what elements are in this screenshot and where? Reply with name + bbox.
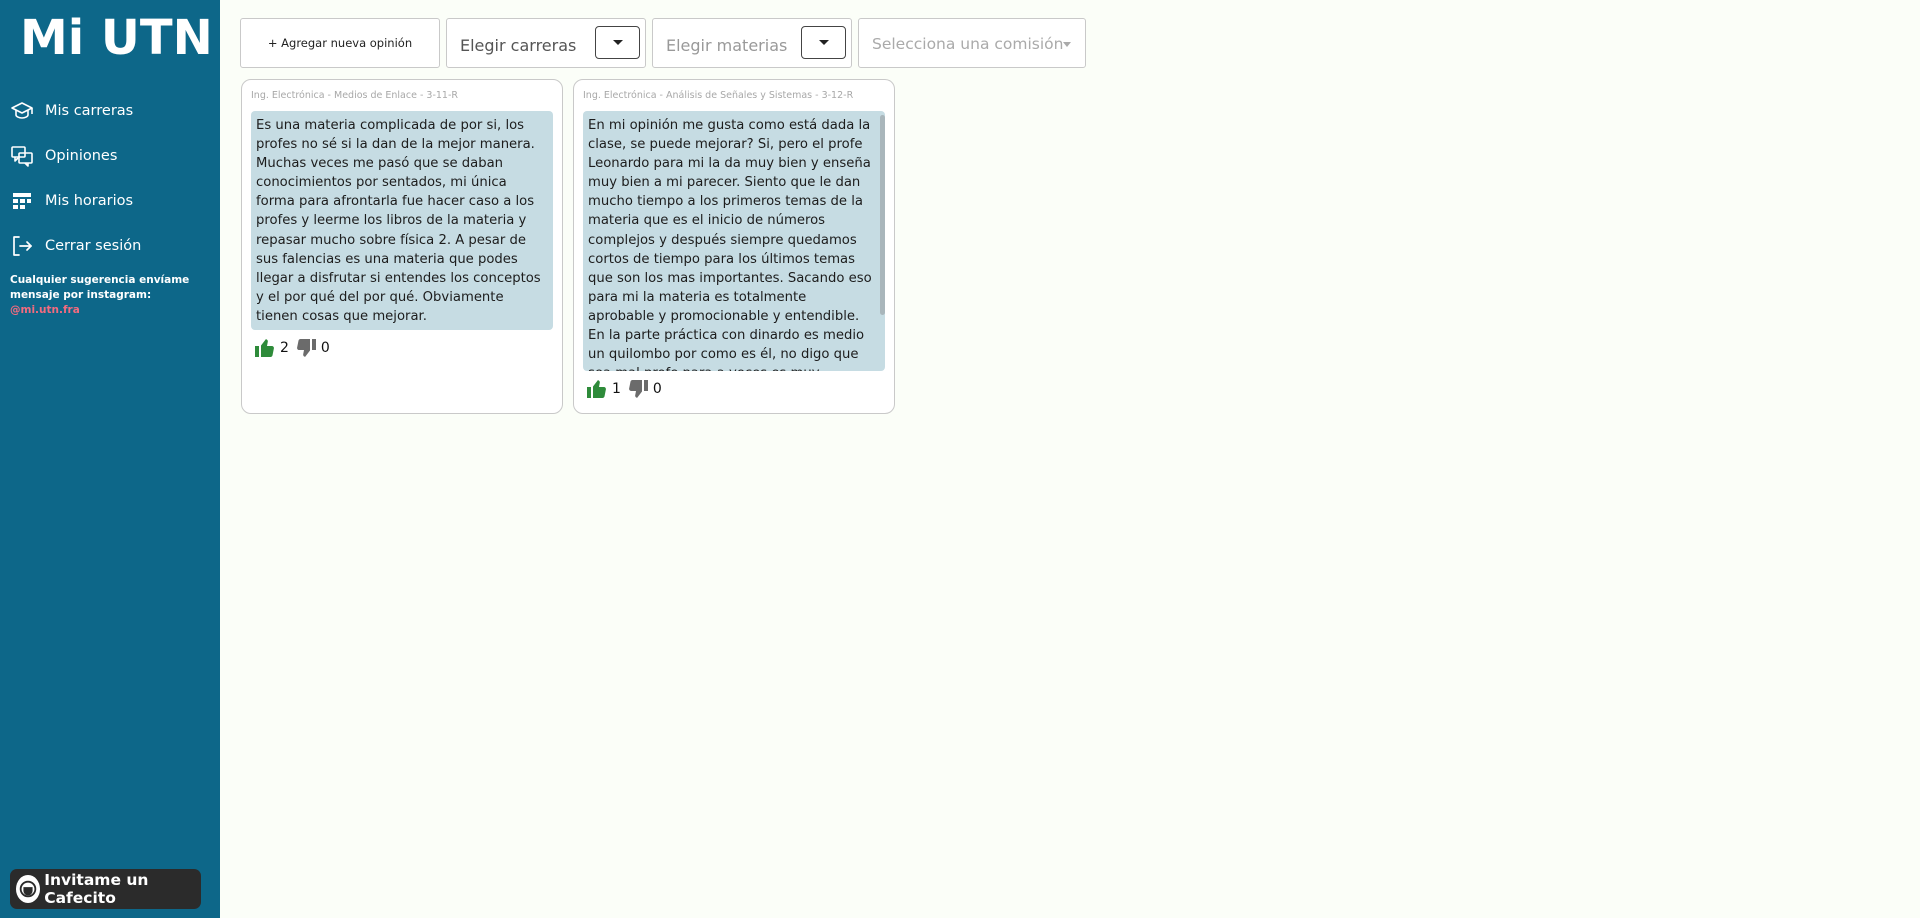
sidebar-item-label: Opiniones — [45, 147, 118, 164]
thumbs-up-icon[interactable] — [585, 377, 609, 401]
dislike-count: 0 — [320, 340, 330, 356]
coffee-cup-icon — [16, 875, 41, 903]
carreras-placeholder: Elegir carreras — [460, 36, 577, 55]
instagram-link[interactable]: @mi.utn.fra — [10, 304, 80, 316]
carreras-dropdown-button[interactable] — [595, 26, 640, 59]
sidebar-item-label: Mis horarios — [45, 192, 134, 209]
thumbs-down-icon[interactable] — [294, 336, 318, 360]
opinion-card: Ing. Electrónica - Medios de Enlace - 3-… — [241, 79, 563, 414]
caret-down-icon — [818, 40, 829, 45]
sidebar-item-mis-horarios[interactable]: Mis horarios — [0, 178, 220, 223]
opinion-meta: Ing. Electrónica - Medios de Enlace - 3-… — [251, 90, 459, 101]
logout-icon — [13, 235, 32, 256]
comision-select[interactable]: Selecciona una comisión — [858, 18, 1086, 68]
opinion-scrollbar[interactable] — [880, 115, 885, 315]
cafecito-button[interactable]: Invitame un Cafecito — [10, 869, 201, 909]
sidebar-item-cerrar-sesion[interactable]: Cerrar sesión — [0, 223, 220, 268]
chevron-down-icon — [1063, 42, 1071, 47]
sidebar-nav: Mis carreras Opiniones Mis horarios Cerr… — [0, 88, 220, 268]
sidebar-item-label: Cerrar sesión — [45, 237, 142, 254]
like-count: 2 — [280, 340, 289, 356]
vote-row: 2 0 — [253, 336, 335, 360]
sidebar-item-opiniones[interactable]: Opiniones — [0, 133, 220, 178]
thumbs-down-icon[interactable] — [626, 377, 650, 401]
cafecito-label: Invitame un Cafecito — [44, 871, 149, 907]
opinion-text-content: En mi opinión me gusta como está dada la… — [588, 118, 872, 371]
dislike-count: 0 — [652, 381, 662, 397]
app-logo[interactable]: Mi UTN — [20, 10, 213, 66]
opinion-meta: Ing. Electrónica - Análisis de Señales y… — [583, 90, 854, 101]
chat-icon — [11, 145, 33, 167]
graduation-cap-icon — [11, 101, 33, 119]
materias-select[interactable]: Elegir materias — [652, 18, 852, 68]
materias-dropdown-button[interactable] — [801, 26, 846, 59]
add-opinion-button[interactable]: + Agregar nueva opinión — [240, 18, 440, 68]
suggestion-text: Cualquier sugerencia envíame mensaje por… — [10, 273, 210, 318]
comision-placeholder: Selecciona una comisión — [872, 35, 1064, 53]
materias-placeholder: Elegir materias — [666, 36, 788, 55]
like-count: 1 — [612, 381, 621, 397]
suggestion-message: Cualquier sugerencia envíame mensaje por… — [10, 274, 190, 301]
opinion-card: Ing. Electrónica - Análisis de Señales y… — [573, 79, 895, 414]
schedule-grid-icon — [13, 192, 31, 209]
vote-row: 1 0 — [585, 377, 667, 401]
sidebar: Mi UTN Mis carreras Opiniones Mis horari… — [0, 0, 220, 918]
carreras-select[interactable]: Elegir carreras — [446, 18, 646, 68]
thumbs-up-icon[interactable] — [253, 336, 277, 360]
sidebar-item-mis-carreras[interactable]: Mis carreras — [0, 88, 220, 133]
caret-down-icon — [612, 40, 623, 45]
opinion-text[interactable]: En mi opinión me gusta como está dada la… — [583, 111, 885, 371]
opinion-text: Es una materia complicada de por si, los… — [251, 111, 553, 330]
sidebar-item-label: Mis carreras — [45, 102, 134, 119]
